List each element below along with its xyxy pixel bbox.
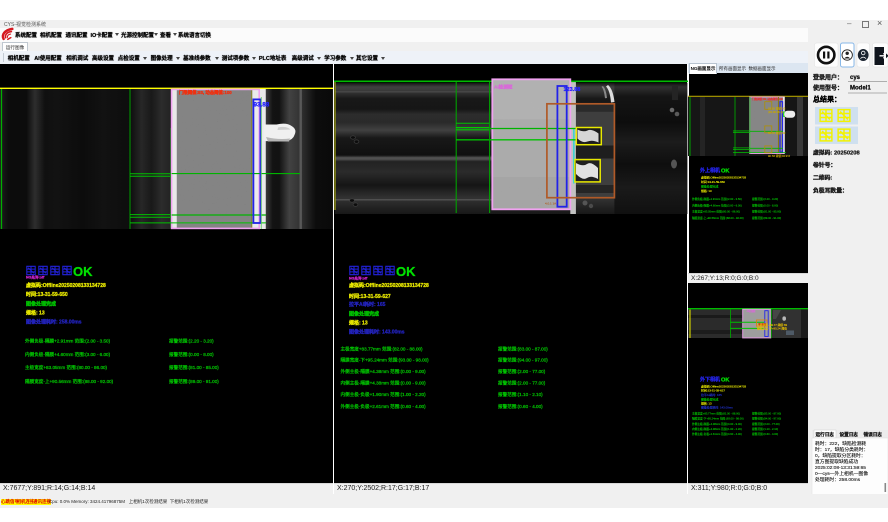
- svg-text:主极宽度+83.77mm 范围:(82.00 - 88.00: 主极宽度+83.77mm 范围:(82.00 - 88.00): [341, 346, 424, 353]
- svg-text:报警范围:(81.00 - 85.00): 报警范围:(81.00 - 85.00): [169, 364, 219, 371]
- svg-text:设置日志: 设置日志: [840, 431, 859, 438]
- svg-text:报警范围:(2.00 - 77.00): 报警范围:(2.00 - 77.00): [498, 368, 546, 375]
- svg-text:93.88: 93.88: [254, 102, 270, 109]
- svg-text:直方图提取缺陷成功: 直方图提取缺陷成功: [815, 458, 858, 465]
- svg-text:主极宽度+83.05mm 范围:(80.00 - 86.00: 主极宽度+83.05mm 范围:(80.00 - 86.00): [692, 210, 740, 214]
- svg-text:处理耗时：258.00ms: 处理耗时：258.00ms: [815, 476, 861, 483]
- svg-text:OK: OK: [721, 378, 729, 384]
- svg-text:图像处理耗时: 143.00ms: 图像处理耗时: 143.00ms: [701, 404, 733, 409]
- svg-text:运行日志: 运行日志: [816, 431, 835, 438]
- svg-text:报警范围:(2.20 - 3.20): 报警范围:(2.20 - 3.20): [752, 197, 778, 201]
- svg-text:规格: 13: 规格: 13: [349, 320, 368, 327]
- svg-text:隔膜宽度-下+95.24 阈值: 隔膜宽度-下+95.24 阈值: [757, 327, 787, 331]
- svg-text:报警范围:(2.00 - 77.00): 报警范围:(2.00 - 77.00): [498, 380, 546, 387]
- svg-text:图像处理耗时: 143.00ms: 图像处理耗时: 143.00ms: [349, 329, 405, 336]
- svg-text:使用型号：: 使用型号：: [812, 84, 843, 92]
- svg-text:外侧负极-隔膜+2.91mm 范围:(2.00 - 3.50: 外侧负极-隔膜+2.91mm 范围:(2.00 - 3.50): [25, 338, 111, 345]
- svg-text:报警范围:(94.00 - 97.00): 报警范围:(94.00 - 97.00): [498, 357, 548, 364]
- svg-text:主极宽度+83.77mm 范围:(82.00 - 88.00: 主极宽度+83.77mm 范围:(82.00 - 88.00): [692, 412, 740, 416]
- svg-text:NG允许:off: NG允许:off: [349, 276, 368, 281]
- svg-text:时间:13-31-59-650: 时间:13-31-59-650: [701, 179, 725, 184]
- svg-text:内侧主极-负极+1.90mm 范围:(1.00 - 2.20: 内侧主极-负极+1.90mm 范围:(1.00 - 2.20): [341, 391, 427, 398]
- svg-text:报警范围:(1.10 - 2.10): 报警范围:(1.10 - 2.10): [498, 391, 543, 398]
- svg-text:负极耳数量：: 负极耳数量：: [813, 187, 848, 195]
- svg-text:Model1: Model1: [850, 85, 871, 91]
- svg-text:报警范围:(81.00 - 85.00): 报警范围:(81.00 - 85.00): [752, 210, 781, 214]
- svg-text:外侧主极-负极+2.61mm 范围:(0.60 - 4.00: 外侧主极-负极+2.61mm 范围:(0.60 - 4.00): [692, 432, 742, 436]
- svg-text:二维码:: 二维码:: [813, 174, 832, 182]
- svg-text:2025:02:08-13:31:59:65: 2025:02:08-13:31:59:65: [815, 465, 866, 471]
- svg-text:OK: OK: [721, 169, 729, 175]
- svg-text:报警范围:(94.00 - 97.00): 报警范围:(94.00 - 97.00): [752, 417, 781, 421]
- svg-text:报警范围:(0.60 - 4.00): 报警范围:(0.60 - 4.00): [752, 432, 778, 436]
- svg-text:(93.88-95.0): (93.88-95.0): [768, 110, 783, 114]
- svg-text:83.05 阈值:83: 83.05 阈值:83: [768, 131, 786, 135]
- svg-text:隔膜宽度-下+95.24mm 范围:(93.00 - 98.: 隔膜宽度-下+95.24mm 范围:(93.00 - 98.00): [692, 417, 744, 421]
- svg-text:虚拟码:Offline20250208133134728: 虚拟码:Offline20250208133134728: [701, 175, 746, 180]
- svg-text:OK: OK: [396, 264, 416, 279]
- svg-text:拉平AI耗时: 165: 拉平AI耗时: 165: [701, 392, 722, 397]
- svg-text:报警范围:(1.10 - 2.10): 报警范围:(1.10 - 2.10): [752, 427, 778, 431]
- svg-text:卷针号：: 卷针号：: [812, 161, 836, 169]
- svg-text:门限阈值:93, 动态阈值:100: 门限阈值:93, 动态阈值:100: [752, 97, 783, 101]
- svg-text:虚拟码:Offline20250208133134728: 虚拟码:Offline20250208133134728: [26, 282, 106, 289]
- svg-text:内侧主极-隔膜+4.38mm 范围:(0.00 - 9.00: 内侧主极-隔膜+4.38mm 范围:(0.00 - 9.00): [341, 380, 427, 387]
- svg-text:错误日志: 错误日志: [864, 431, 883, 438]
- svg-text:图像处理完成: 图像处理完成: [349, 311, 379, 318]
- svg-text:虚拟码: 20250208: 虚拟码: 20250208: [813, 149, 861, 157]
- svg-text:外侧负极-隔膜+2.91mm 范围:(2.00 - 3.50: 外侧负极-隔膜+2.91mm 范围:(2.00 - 3.50): [692, 197, 742, 201]
- svg-text:内侧主极-隔膜+4.38mm 范围:(1.00 - 2.20: 内侧主极-隔膜+4.38mm 范围:(1.00 - 2.20): [692, 427, 742, 431]
- svg-text:OK: OK: [73, 264, 93, 279]
- svg-text:AI检测框: AI检测框: [494, 83, 513, 90]
- svg-text:规格: 13: 规格: 13: [701, 188, 712, 193]
- svg-text:内侧负极-隔膜+4.60mm 范围:(3.00 - 6.00: 内侧负极-隔膜+4.60mm 范围:(3.00 - 6.00): [25, 351, 111, 358]
- svg-text:外侧主极-隔膜+4.38mm 范围:(0.00 - 9.00: 外侧主极-隔膜+4.38mm 范围:(0.00 - 9.00): [692, 422, 742, 426]
- svg-text:时间:13-31-59-627: 时间:13-31-59-627: [701, 388, 725, 393]
- svg-text:拉平AI耗时: 165: 拉平AI耗时: 165: [349, 301, 386, 308]
- svg-text:123.88: 123.88: [564, 87, 581, 93]
- svg-text:0—cys—外上相机—图像: 0—cys—外上相机—图像: [815, 470, 868, 477]
- svg-text:90.56 阈值:90 # 8: 90.56 阈值:90 # 8: [768, 154, 790, 158]
- svg-text:总结果：: 总结果：: [813, 95, 841, 104]
- svg-text:外下相机: 外下相机: [700, 376, 720, 383]
- svg-text:时：17，缺陷分类耗时：: 时：17，缺陷分类耗时：: [815, 446, 868, 453]
- svg-text:外侧主极-负极+2.61mm 范围:(0.60 - 4.00: 外侧主极-负极+2.61mm 范围:(0.60 - 4.00): [341, 403, 427, 410]
- svg-text:隔膜宽度-下+95.24mm 范围:(93.00 - 98.: 隔膜宽度-下+95.24mm 范围:(93.00 - 98.00): [341, 357, 430, 364]
- svg-text:规格: 13: 规格: 13: [26, 310, 45, 317]
- svg-text:外侧主极-隔膜+4.38mm 范围:(0.00 - 9.00: 外侧主极-隔膜+4.38mm 范围:(0.00 - 9.00): [341, 368, 427, 375]
- svg-text:报警范围:(2.00 - 77.00): 报警范围:(2.00 - 77.00): [752, 422, 780, 426]
- svg-text:报警范围:(89.00 - 91.00): 报警范围:(89.00 - 91.00): [752, 216, 781, 220]
- svg-text:隔膜宽度-上+90.56mm 范围:(88.00 - 92.: 隔膜宽度-上+90.56mm 范围:(88.00 - 92.00): [25, 378, 114, 385]
- svg-text:4.0.1 1A: 4.0.1 1A: [545, 202, 556, 206]
- svg-text:隔膜宽度-上+90.56mm 范围:(88.00 - 92.: 隔膜宽度-上+90.56mm 范围:(88.00 - 92.00): [692, 216, 744, 220]
- svg-text:0，缺陷提取分区耗时：: 0，缺陷提取分区耗时：: [815, 452, 866, 459]
- svg-text:图像处理耗时: 258.00ms: 图像处理耗时: 258.00ms: [26, 319, 82, 326]
- svg-text:内侧负极-隔膜+4.60mm 范围:(3.00 - 6.00: 内侧负极-隔膜+4.60mm 范围:(3.00 - 6.00): [692, 203, 742, 207]
- svg-text:门限阈值:93, 动态阈值:100: 门限阈值:93, 动态阈值:100: [179, 89, 232, 96]
- svg-text:登录用户：: 登录用户：: [812, 74, 843, 82]
- svg-text:图像处理完成: 图像处理完成: [701, 184, 718, 189]
- svg-text:报警范围:(89.00 - 91.00): 报警范围:(89.00 - 91.00): [169, 378, 219, 385]
- svg-text:报警范围:(83.00 - 87.00): 报警范围:(83.00 - 87.00): [498, 346, 548, 353]
- svg-text:报警范围:(0.00 - 8.00): 报警范围:(0.00 - 8.00): [169, 351, 214, 358]
- svg-text:外上相机: 外上相机: [700, 167, 720, 174]
- svg-text:报警范围:(0.00 - 8.00): 报警范围:(0.00 - 8.00): [752, 203, 778, 207]
- svg-text:NG允许:off: NG允许:off: [26, 275, 45, 280]
- svg-text:虚拟码:Offline20250208133134728: 虚拟码:Offline20250208133134728: [349, 282, 429, 289]
- svg-text:图像处理完成: 图像处理完成: [26, 301, 56, 308]
- svg-text:耗时：222，缺陷检测耗: 耗时：222，缺陷检测耗: [815, 440, 866, 447]
- svg-text:时间:13-31-59-650: 时间:13-31-59-650: [26, 291, 68, 298]
- svg-text:时间:13-31-59-627: 时间:13-31-59-627: [349, 293, 391, 300]
- svg-text:cys: cys: [850, 75, 861, 81]
- svg-text:报警范围:(2.20 - 3.20): 报警范围:(2.20 - 3.20): [169, 338, 214, 345]
- svg-text:报警范围:(83.00 - 87.00): 报警范围:(83.00 - 87.00): [752, 412, 781, 416]
- svg-text:主极宽度+83.05mm 范围:(80.00 - 86.00: 主极宽度+83.05mm 范围:(80.00 - 86.00): [25, 364, 108, 371]
- svg-text:报警范围:(0.60 - 4.00): 报警范围:(0.60 - 4.00): [498, 403, 543, 410]
